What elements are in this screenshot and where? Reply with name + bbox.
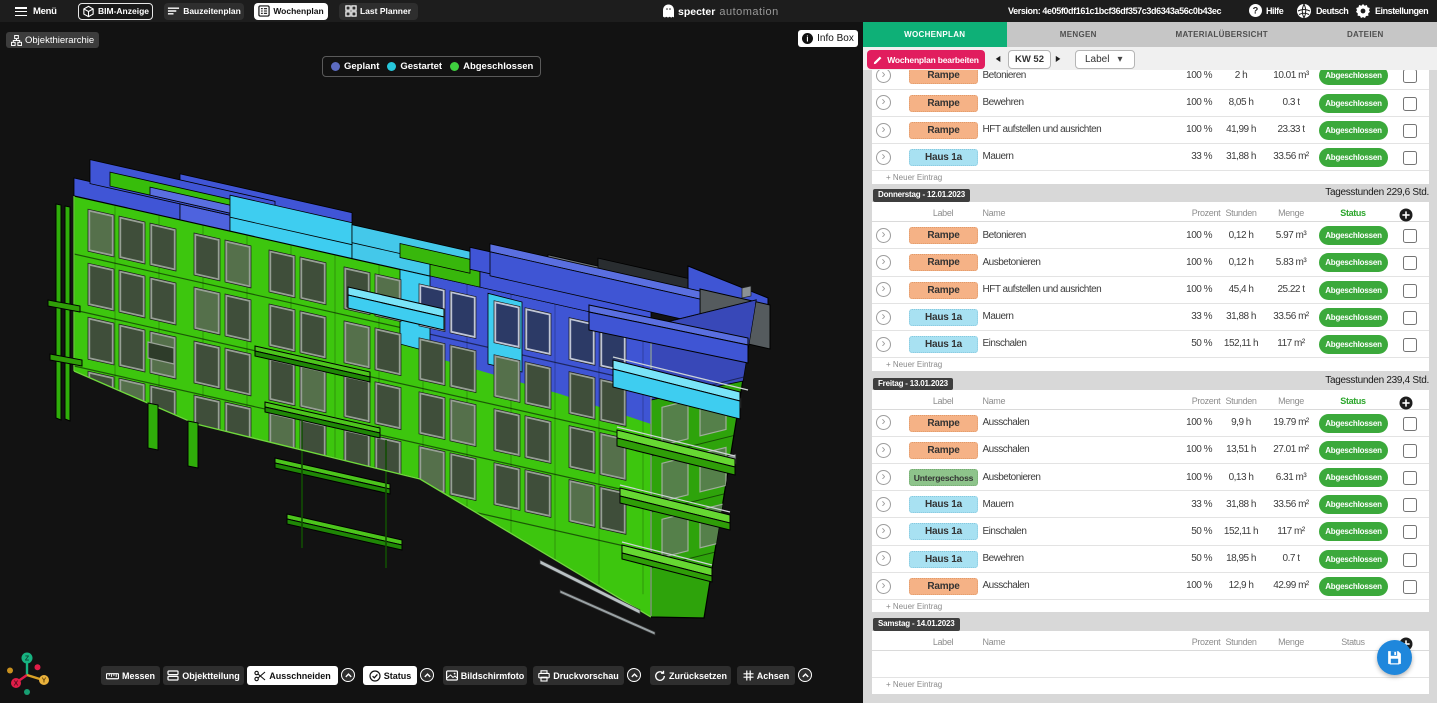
svg-text:i: i (807, 34, 809, 43)
svg-text:Z: Z (25, 656, 30, 663)
svg-text:Y: Y (42, 678, 47, 685)
svg-text:X: X (14, 681, 19, 688)
svg-text:?: ? (1253, 6, 1259, 16)
